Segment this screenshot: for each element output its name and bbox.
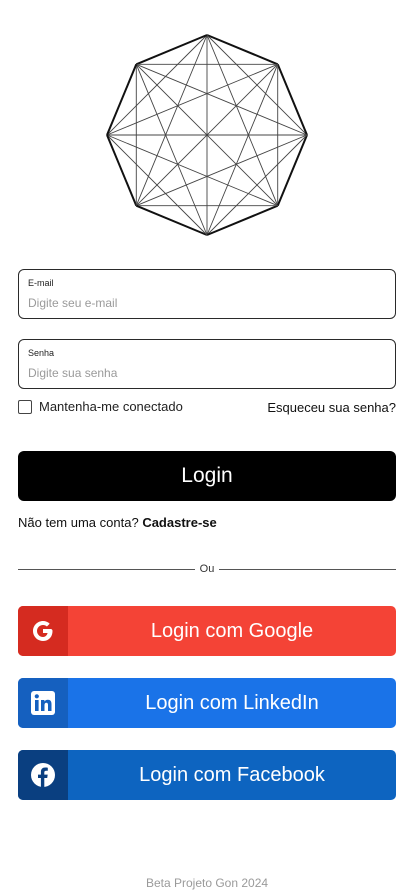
- remember-me[interactable]: Mantenha-me conectado: [18, 399, 183, 414]
- email-label: E-mail: [28, 278, 54, 288]
- signup-link[interactable]: Cadastre-se: [142, 515, 216, 530]
- divider-line-right: [219, 568, 396, 570]
- facebook-login-label: Login com Facebook: [139, 763, 325, 786]
- footer-text: Beta Projeto Gon 2024: [145, 876, 269, 890]
- linkedin-login-label: Login com LinkedIn: [145, 691, 319, 714]
- octagon-logo: [105, 33, 309, 237]
- password-field[interactable]: Senha: [18, 339, 396, 389]
- signup-prompt: Não tem uma conta? Cadastre-se: [18, 515, 217, 530]
- divider-label: Ou: [199, 563, 215, 575]
- remember-checkbox[interactable]: [18, 399, 32, 414]
- google-login-label: Login com Google: [150, 619, 314, 642]
- login-button[interactable]: Login: [18, 451, 396, 501]
- linkedin-login-button[interactable]: Login com LinkedIn: [18, 678, 396, 728]
- email-input[interactable]: [28, 294, 383, 312]
- or-divider: Ou: [18, 562, 396, 576]
- google-login-button[interactable]: Login com Google: [18, 606, 396, 656]
- google-icon: [18, 606, 68, 656]
- password-input[interactable]: [28, 364, 383, 382]
- password-label: Senha: [28, 348, 55, 358]
- divider-line-left: [18, 568, 195, 570]
- forgot-password-link[interactable]: Esqueceu sua senha?: [267, 400, 396, 415]
- linkedin-icon: [18, 678, 68, 728]
- email-field[interactable]: E-mail: [18, 269, 396, 319]
- facebook-login-button[interactable]: Login com Facebook: [18, 750, 396, 800]
- facebook-icon: [18, 750, 68, 800]
- remember-label: Mantenha-me conectado: [39, 399, 183, 414]
- signup-text: Não tem uma conta?: [18, 515, 139, 530]
